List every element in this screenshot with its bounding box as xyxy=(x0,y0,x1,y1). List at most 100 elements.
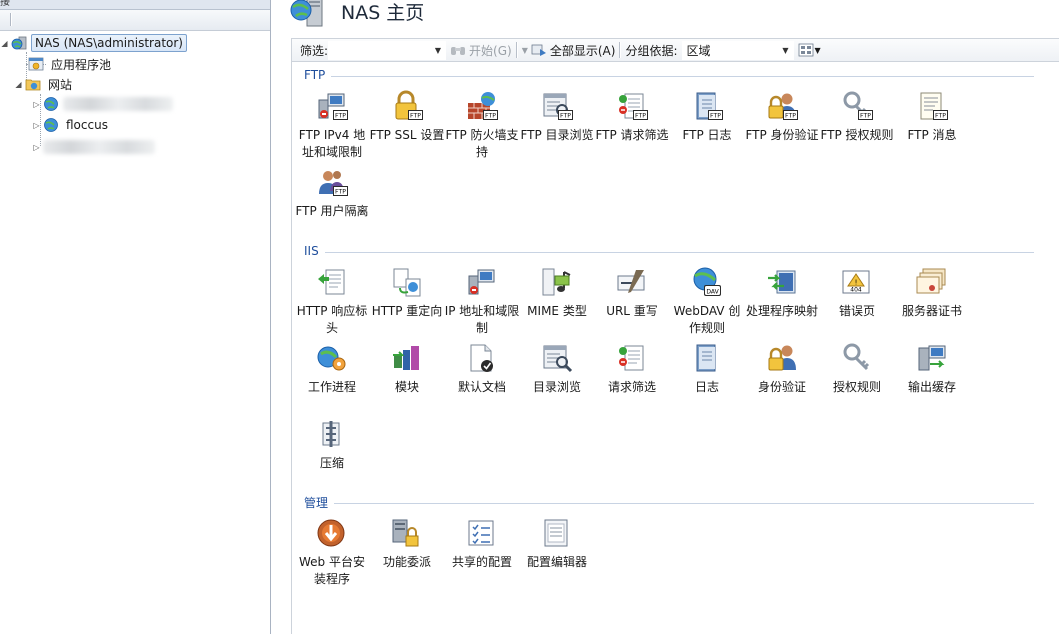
ftp-logging-icon: FTP xyxy=(696,92,723,120)
authentication-icon xyxy=(768,345,796,371)
expand-triangle-icon[interactable]: ▷ xyxy=(32,100,41,109)
feature-modules[interactable]: 模块 xyxy=(369,342,445,416)
feature-label: Web 平台安装程序 xyxy=(299,555,365,586)
dropdown-arrow-icon[interactable]: ▼ xyxy=(435,46,441,55)
feature-ftp-logging[interactable]: FTP FTP 日志 xyxy=(669,90,745,164)
start-dropdown-arrow-icon[interactable]: ▼ xyxy=(522,46,528,55)
feature-ftp-user-isolation[interactable]: FTP FTP 用户隔离 xyxy=(294,166,370,240)
feature-label: 目录浏览 xyxy=(532,380,581,394)
feature-ftp-ssl[interactable]: FTP FTP SSL 设置 xyxy=(369,90,445,164)
feature-label: 输出缓存 xyxy=(907,380,956,394)
feature-label: HTTP 重定向 xyxy=(371,304,443,318)
feature-ftp-authorization[interactable]: FTP FTP 授权规则 xyxy=(819,90,895,164)
group-title: 管理 xyxy=(304,495,329,510)
expand-triangle-icon[interactable]: ▷ xyxy=(32,143,41,152)
feature-label: IP 地址和域限制 xyxy=(444,304,520,335)
app-pools-icon xyxy=(28,57,44,71)
show-all-button[interactable]: 全部显示(A) xyxy=(531,42,616,59)
filter-input[interactable]: ▼ xyxy=(328,40,447,60)
feature-logging[interactable]: 日志 xyxy=(669,342,745,416)
feature-ftp-authentication[interactable]: FTP FTP 身份验证 xyxy=(744,90,820,164)
tree-node-site-floccus[interactable]: ▷ floccus xyxy=(32,116,111,134)
filter-label: 筛选: xyxy=(300,43,329,58)
view-mode-button[interactable]: ▼ xyxy=(798,43,821,57)
globe-icon xyxy=(44,118,58,132)
feature-shared-configuration[interactable]: 共享的配置 xyxy=(444,517,520,591)
page-title: NAS 主页 xyxy=(341,2,425,24)
connections-header-label: 接 xyxy=(0,0,10,7)
tree-node-server[interactable]: ◢ NAS (NAS\administrator) xyxy=(0,34,187,52)
start-filter-button[interactable]: 开始(G) xyxy=(450,42,512,59)
feature-server-certificates[interactable]: 服务器证书 xyxy=(894,266,970,340)
ftp-user-isolation-icon: FTP xyxy=(319,171,348,196)
binoculars-icon xyxy=(451,47,466,55)
collapse-triangle-icon[interactable]: ◢ xyxy=(0,39,9,48)
feature-label: FTP 授权规则 xyxy=(820,128,894,142)
ftp-firewall-icon: FTP xyxy=(468,92,498,120)
tree-node-site-label: floccus xyxy=(66,118,108,132)
feature-label: FTP 防火墙支持 xyxy=(445,128,519,159)
feature-ftp-request-filtering[interactable]: FTP FTP 请求筛选 xyxy=(594,90,670,164)
feature-label: FTP 请求筛选 xyxy=(595,128,669,142)
feature-label: FTP 消息 xyxy=(907,128,957,142)
group-divider xyxy=(331,75,1034,77)
default-document-icon xyxy=(470,344,493,372)
group-title: IIS xyxy=(304,244,319,258)
svg-text:!: ! xyxy=(855,279,858,287)
svg-text:FTP: FTP xyxy=(335,189,346,196)
feature-default-document[interactable]: 默认文档 xyxy=(444,342,520,416)
page-header: NAS 主页 xyxy=(275,0,1059,34)
ip-restrictions-icon xyxy=(468,269,495,295)
tree-node-sites[interactable]: ◢ 网站 xyxy=(14,75,75,93)
feature-mime-types[interactable]: MIME 类型 xyxy=(519,266,595,340)
feature-authorization[interactable]: 授权规则 xyxy=(819,342,895,416)
feature-http-redirect[interactable]: HTTP 重定向 xyxy=(369,266,445,340)
toolbar-separator xyxy=(619,42,622,58)
filter-toolbar: 筛选: ▼ 开始(G) ▼ 全部显示(A) 分组依据: 区域 ▼ ▼ xyxy=(291,38,1059,62)
ftp-directory-browsing-icon: FTP xyxy=(543,93,573,121)
feature-label: HTTP 响应标头 xyxy=(296,304,368,335)
feature-handler-mappings[interactable]: 处理程序映射 xyxy=(744,266,820,340)
feature-configuration-editor[interactable]: 配置编辑器 xyxy=(519,517,595,591)
directory-browsing-icon xyxy=(543,345,573,373)
group-by-select[interactable]: 区域 ▼ xyxy=(681,40,794,60)
group-header-ftp: FTP xyxy=(304,68,1034,82)
connections-pane: 接 ◢ NAS (NAS\administrator) 应用程序池 ◢ 网站 ▷… xyxy=(0,0,271,634)
tree-node-app-pools[interactable]: 应用程序池 xyxy=(28,55,114,73)
feature-web-platform-installer[interactable]: Web 平台安装程序 xyxy=(294,517,370,591)
globe-icon xyxy=(44,97,58,111)
tree-node-site[interactable]: ▷ xyxy=(32,138,155,156)
feature-url-rewrite[interactable]: URL 重写 xyxy=(594,266,670,340)
feature-label: 错误页 xyxy=(838,304,875,318)
svg-text:FTP: FTP xyxy=(935,113,946,120)
feature-label: 请求筛选 xyxy=(607,380,656,394)
show-all-label: 全部显示(A) xyxy=(549,43,616,58)
collapse-triangle-icon[interactable]: ◢ xyxy=(14,80,23,89)
feature-webdav[interactable]: DAV WebDAV 创作规则 xyxy=(669,266,745,340)
feature-ftp-directory-browsing[interactable]: FTP FTP 目录浏览 xyxy=(519,90,595,164)
feature-worker-processes[interactable]: 工作进程 xyxy=(294,342,370,416)
feature-ftp-ip-restrictions[interactable]: FTP FTP IPv4 地址和域限制 xyxy=(294,90,370,164)
feature-directory-browsing[interactable]: 目录浏览 xyxy=(519,342,595,416)
server-home-icon xyxy=(290,0,323,27)
toolbar-separator xyxy=(10,13,12,26)
feature-compression[interactable]: 压缩 xyxy=(294,418,370,492)
feature-feature-delegation[interactable]: 功能委派 xyxy=(369,517,445,591)
feature-request-filtering[interactable]: 请求筛选 xyxy=(594,342,670,416)
feature-label: 日志 xyxy=(694,380,719,394)
dropdown-arrow-icon[interactable]: ▼ xyxy=(782,46,788,55)
svg-text:FTP: FTP xyxy=(335,113,346,120)
feature-ip-restrictions[interactable]: IP 地址和域限制 xyxy=(444,266,520,340)
feature-http-response-headers[interactable]: HTTP 响应标头 xyxy=(294,266,370,340)
expand-triangle-icon[interactable]: ▷ xyxy=(32,121,41,130)
output-caching-icon xyxy=(918,345,946,371)
feature-ftp-firewall[interactable]: FTP FTP 防火墙支持 xyxy=(444,90,520,164)
view-grid-icon xyxy=(798,43,813,57)
feature-output-caching[interactable]: 输出缓存 xyxy=(894,342,970,416)
tree-node-site[interactable]: ▷ xyxy=(32,95,173,113)
feature-error-pages[interactable]: ! 404 错误页 xyxy=(819,266,895,340)
compression-icon xyxy=(322,421,340,447)
feature-ftp-messages[interactable]: FTP FTP 消息 xyxy=(894,90,970,164)
configuration-editor-icon xyxy=(544,519,568,547)
feature-authentication[interactable]: 身份验证 xyxy=(744,342,820,416)
